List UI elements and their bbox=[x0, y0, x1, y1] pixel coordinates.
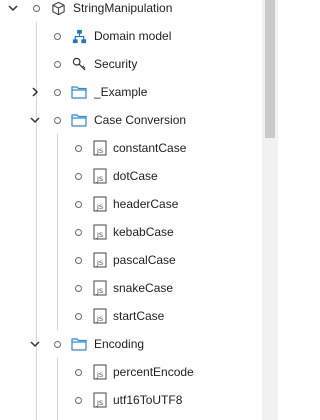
status-dot bbox=[54, 60, 61, 68]
tree-row-file[interactable]: JS startCase bbox=[0, 302, 262, 330]
tree-label-file: constantCase bbox=[113, 141, 187, 155]
tree-row-root[interactable]: StringManipulation bbox=[0, 0, 262, 22]
js-file-icon: JS bbox=[92, 252, 108, 268]
js-file-icon: JS bbox=[92, 168, 108, 184]
chevron-down-icon[interactable] bbox=[29, 338, 41, 350]
status-dot bbox=[75, 368, 82, 376]
js-file-icon: JS bbox=[92, 196, 108, 212]
key-icon bbox=[71, 56, 87, 72]
svg-text:JS: JS bbox=[96, 203, 103, 211]
tree-row-file[interactable]: JS constantCase bbox=[0, 134, 262, 162]
status-dot bbox=[54, 32, 61, 40]
js-file-icon: JS bbox=[92, 364, 108, 380]
tree-row-file[interactable]: JS snakeCase bbox=[0, 274, 262, 302]
js-file-icon: JS bbox=[92, 308, 108, 324]
svg-text:JS: JS bbox=[96, 259, 103, 267]
project-tree: StringManipulation Domain model Security bbox=[0, 0, 262, 420]
status-dot bbox=[75, 172, 82, 180]
tree-label-root: StringManipulation bbox=[73, 1, 173, 15]
cube-icon bbox=[50, 0, 66, 16]
js-file-icon: JS bbox=[92, 224, 108, 240]
folder-icon bbox=[71, 112, 87, 128]
tree-row-file[interactable]: JS utf16ToUTF8 bbox=[0, 386, 262, 414]
js-file-icon: JS bbox=[92, 392, 108, 408]
svg-text:JS: JS bbox=[96, 231, 103, 239]
tree-label-case-conversion: Case Conversion bbox=[94, 113, 187, 127]
svg-text:JS: JS bbox=[96, 147, 103, 155]
tree-label-file: percentEncode bbox=[113, 365, 194, 379]
svg-text:JS: JS bbox=[96, 287, 103, 295]
chevron-down-icon[interactable] bbox=[7, 2, 19, 14]
tree-row-file[interactable]: JS kebabCase bbox=[0, 218, 262, 246]
tree-row-domain-model[interactable]: Domain model bbox=[0, 22, 262, 50]
status-dot bbox=[75, 396, 82, 404]
svg-text:JS: JS bbox=[96, 175, 103, 183]
tree-label-file: pascalCase bbox=[113, 253, 176, 267]
folder-icon bbox=[71, 84, 87, 100]
status-dot bbox=[75, 284, 82, 292]
status-dot bbox=[75, 228, 82, 236]
tree-label-encoding: Encoding bbox=[94, 337, 145, 351]
status-dot bbox=[33, 4, 40, 12]
tree-row-file[interactable]: JS pascalCase bbox=[0, 246, 262, 274]
tree-row-security[interactable]: Security bbox=[0, 50, 262, 78]
tree-label-example: _Example bbox=[94, 85, 148, 99]
chevron-down-icon[interactable] bbox=[29, 114, 41, 126]
tree-label-domain-model: Domain model bbox=[94, 29, 172, 43]
svg-text:JS: JS bbox=[96, 371, 103, 379]
folder-icon bbox=[71, 336, 87, 352]
chevron-right-icon[interactable] bbox=[29, 86, 41, 98]
tree-label-file: snakeCase bbox=[113, 281, 174, 295]
tree-row-case-conversion[interactable]: Case Conversion bbox=[0, 106, 262, 134]
vertical-scrollbar[interactable] bbox=[262, 0, 278, 420]
status-dot bbox=[54, 116, 61, 124]
tree-label-file: dotCase bbox=[113, 169, 158, 183]
tree-row-example[interactable]: _Example bbox=[0, 78, 262, 106]
status-dot bbox=[75, 144, 82, 152]
svg-text:JS: JS bbox=[96, 315, 103, 323]
status-dot bbox=[75, 312, 82, 320]
js-file-icon: JS bbox=[92, 280, 108, 296]
tree-row-file[interactable]: JS dotCase bbox=[0, 162, 262, 190]
scrollbar-thumb[interactable] bbox=[265, 0, 275, 138]
tree-label-file: utf16ToUTF8 bbox=[113, 393, 183, 407]
tree-row-file[interactable]: JS percentEncode bbox=[0, 358, 262, 386]
tree-row-encoding[interactable]: Encoding bbox=[0, 330, 262, 358]
status-dot bbox=[54, 88, 61, 96]
tree-label-file: headerCase bbox=[113, 197, 179, 211]
tree-label-file: kebabCase bbox=[113, 225, 174, 239]
status-dot bbox=[75, 256, 82, 264]
hierarchy-icon bbox=[71, 28, 87, 44]
status-dot bbox=[75, 200, 82, 208]
svg-text:JS: JS bbox=[96, 399, 103, 407]
tree-label-security: Security bbox=[94, 57, 138, 71]
status-dot bbox=[54, 340, 61, 348]
tree-row-file[interactable]: JS headerCase bbox=[0, 190, 262, 218]
tree-label-file: startCase bbox=[113, 309, 165, 323]
js-file-icon: JS bbox=[92, 140, 108, 156]
